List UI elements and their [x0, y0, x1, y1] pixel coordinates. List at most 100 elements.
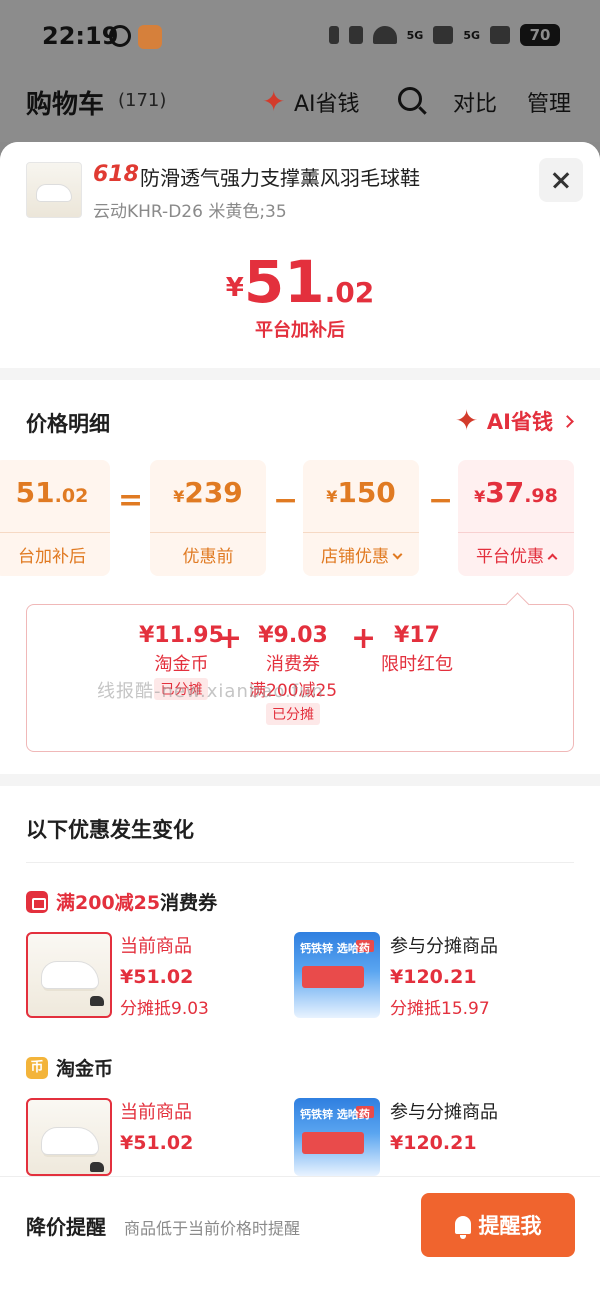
cart-title: 购物车	[26, 90, 105, 120]
ai-save-button[interactable]: AI省钱	[262, 85, 360, 118]
network-5g-label: 5G	[406, 28, 424, 42]
price-box-value: 51.02	[15, 476, 89, 509]
bell-icon	[454, 1216, 471, 1239]
alarm-icon	[109, 25, 131, 47]
cart-header: 购物车 (171) AI省钱 对比 管理	[0, 76, 600, 142]
status-icons: 5G 5G 70	[328, 24, 560, 46]
current-product-info: 当前商品 ¥51.02 分摊抵9.03	[120, 932, 209, 1019]
platform-discount-breakdown: ¥11.95 淘金币 已分摊 + ¥9.03 消费券 满200减25 已分摊 +…	[26, 604, 574, 752]
ai-save-label: AI省钱	[294, 92, 360, 117]
search-icon[interactable]	[398, 87, 422, 111]
divider	[0, 368, 600, 380]
minus-sign: −	[273, 483, 299, 518]
price-drop-hint: 商品低于当前价格时提醒	[124, 1219, 301, 1238]
discount-value: ¥9.03	[258, 623, 328, 648]
status-time: 22:19	[42, 22, 119, 50]
shared-product-label: 参与分摊商品	[390, 936, 498, 957]
price-box-label: 平台优惠	[458, 542, 574, 567]
breakdown-title: 价格明细	[26, 412, 110, 436]
price-box-value: ¥239	[173, 476, 243, 509]
discount-value: ¥17	[394, 623, 440, 648]
network-5g-label-2: 5G	[463, 28, 480, 42]
price-box-shop-discount[interactable]: ¥150 店铺优惠	[303, 460, 419, 576]
coins-section-title: 币 淘金币	[26, 1054, 113, 1081]
price-box-label: 台加补后	[18, 547, 86, 567]
price-currency: ¥	[225, 273, 244, 303]
vibrate-icon	[348, 26, 363, 44]
plus-sign: +	[217, 621, 243, 656]
discount-name: 消费券	[266, 654, 321, 675]
coupon-icon	[26, 890, 48, 913]
current-product-image[interactable]	[26, 1098, 112, 1176]
shared-product-price: ¥120.21	[390, 1132, 477, 1154]
manage-button[interactable]: 管理	[527, 86, 571, 118]
price-box-original: ¥239 优惠前	[150, 460, 266, 576]
price-box-final: 51.02 台加补后	[0, 460, 110, 576]
price-box-value: ¥150	[326, 476, 396, 509]
status-bar: 22:19 5G 5G 70	[0, 0, 600, 76]
price-drop-title: 降价提醒	[26, 1215, 106, 1239]
price-drop-footer: 降价提醒 商品低于当前价格时提醒 提醒我	[0, 1176, 600, 1298]
product-header: 618 防滑透气强力支撑薰风羽毛球鞋 云动KHR-D26 米黄色;35 ¥51.…	[0, 142, 600, 368]
discount-name: 限时红包	[381, 654, 453, 675]
shared-product-info: 参与分摊商品 ¥120.21	[390, 1098, 498, 1154]
discount-item-red-packet: ¥17 限时红包	[381, 623, 453, 676]
shared-product-label: 参与分摊商品	[390, 1102, 498, 1123]
price-detail-sheet: 618 防滑透气强力支撑薰风羽毛球鞋 云动KHR-D26 米黄色;35 ¥51.…	[0, 142, 600, 1298]
discount-item-coins: ¥11.95 淘金币 已分摊	[139, 623, 224, 700]
price-box-value: ¥37.98	[474, 476, 558, 509]
current-product-image[interactable]	[26, 932, 112, 1018]
discount-item-coupon: ¥9.03 消费券 满200减25 已分摊	[249, 623, 337, 725]
battery-icon: 70	[520, 24, 560, 46]
discount-changes: 以下优惠发生变化 满200减25消费券 当前商品 ¥51.02 分摊抵9.03 …	[0, 786, 600, 1186]
current-product-price: ¥51.02	[120, 1132, 194, 1154]
ai-star-icon	[455, 404, 481, 437]
divider	[0, 774, 600, 786]
price-box-label: 店铺优惠	[303, 542, 419, 567]
current-product-info: 当前商品 ¥51.02	[120, 1098, 193, 1154]
status-badge: 已分摊	[154, 678, 209, 700]
product-thumbnail[interactable]	[26, 162, 82, 218]
current-product-label: 当前商品	[120, 1102, 192, 1123]
equals-sign: =	[118, 483, 144, 518]
cart-count: (171)	[118, 90, 167, 111]
shared-product-share: 分摊抵15.97	[390, 999, 490, 1019]
ai-save-link-label: AI省钱	[486, 410, 553, 434]
discount-name: 淘金币	[154, 654, 209, 675]
current-product-share: 分摊抵9.03	[120, 999, 209, 1019]
final-price: ¥51.02	[0, 248, 600, 316]
plus-sign: +	[351, 621, 377, 656]
wifi-icon	[372, 26, 397, 44]
compare-button[interactable]: 对比	[453, 86, 497, 118]
final-price-label: 平台加补后	[255, 320, 345, 341]
shared-product-image[interactable]: 钙铁锌 选哈药	[294, 1098, 380, 1176]
product-sku: 云动KHR-D26 米黄色;35	[93, 202, 287, 222]
ai-star-icon	[262, 85, 288, 118]
status-badge: 已分摊	[266, 703, 321, 725]
signal-icon	[433, 26, 454, 44]
shared-product-price: ¥120.21	[390, 966, 477, 988]
promo-tag-618: 618	[93, 162, 139, 187]
current-product-price: ¥51.02	[120, 966, 194, 988]
bluetooth-icon	[328, 26, 339, 44]
price-integer: 51	[243, 248, 325, 316]
remind-me-button[interactable]: 提醒我	[421, 1193, 575, 1257]
price-breakdown: 价格明细 AI省钱 51.02 台加补后 = ¥239 优惠前 − ¥150 店…	[0, 380, 600, 774]
coupon-section-title: 满200减25消费券	[26, 888, 217, 915]
price-decimal: .02	[324, 276, 375, 309]
ai-save-link[interactable]: AI省钱	[455, 404, 574, 437]
coin-icon: 币	[26, 1056, 48, 1079]
signal-icon-2	[490, 26, 510, 44]
close-button[interactable]	[539, 158, 583, 202]
app-notification-icon	[138, 25, 162, 49]
minus-sign: −	[428, 483, 454, 518]
shared-product-image[interactable]: 钙铁锌 选哈药	[294, 932, 380, 1018]
discount-note: 满200减25	[249, 681, 338, 701]
chevron-down-icon	[392, 549, 403, 560]
price-box-platform-discount[interactable]: ¥37.98 平台优惠	[458, 460, 574, 576]
remind-me-label: 提醒我	[478, 1214, 542, 1238]
current-product-label: 当前商品	[120, 936, 192, 957]
discount-value: ¥11.95	[139, 623, 224, 648]
product-title: 防滑透气强力支撑薰风羽毛球鞋	[140, 166, 420, 190]
shared-product-info: 参与分摊商品 ¥120.21 分摊抵15.97	[390, 932, 498, 1019]
